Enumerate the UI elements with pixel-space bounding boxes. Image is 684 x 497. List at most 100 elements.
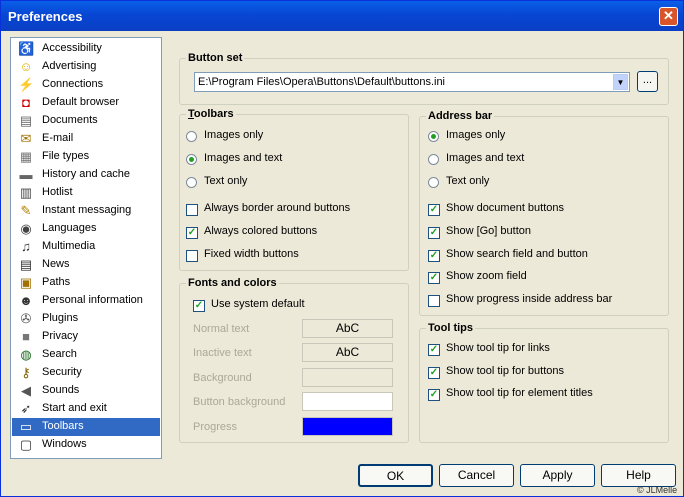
windows-icon: ▢ (19, 437, 33, 452)
category-item-documents[interactable]: ▤ Documents (12, 112, 160, 130)
category-label: Default browser (42, 96, 120, 108)
category-item-history-and-cache[interactable]: ▬ History and cache (12, 166, 160, 184)
cancel-button[interactable]: Cancel (439, 464, 514, 487)
category-label: Languages (42, 222, 97, 234)
always-border-checkbox[interactable] (186, 204, 198, 216)
privacy-icon: ■ (22, 329, 30, 344)
show-zoom-field-checkbox[interactable]: ✓ (428, 272, 440, 284)
category-item-privacy[interactable]: ■ Privacy (12, 328, 160, 346)
title-bar: Preferences ✕ (1, 1, 683, 31)
category-item-start-and-exit[interactable]: ➶ Start and exit (12, 400, 160, 418)
always-border-label: Always border around buttons (204, 202, 351, 214)
disk-icon: ▬ (19, 167, 33, 182)
envelope-icon: ✉ (20, 131, 32, 146)
apply-button[interactable]: Apply (520, 464, 595, 487)
plugins-icon: ✇ (20, 311, 32, 326)
category-item-toolbars[interactable]: ▭ Toolbars (12, 418, 160, 436)
browse-button[interactable]: ... (637, 71, 658, 92)
person-icon: ☻ (19, 293, 33, 308)
category-item-advertising[interactable]: ☺ Advertising (12, 58, 160, 76)
category-item-paths[interactable]: ▣ Paths (12, 274, 160, 292)
toolbar-icon: ▭ (19, 419, 33, 434)
document-icon: ▤ (19, 113, 33, 128)
category-label: Toolbars (42, 420, 84, 432)
category-item-default-browser[interactable]: ◘ Default browser (12, 94, 160, 112)
toolbars-images-and-text-radio[interactable] (186, 154, 197, 165)
category-label: Windows (42, 438, 87, 450)
inactive-text-label: Inactive text (193, 347, 252, 359)
toolbars-text-only-radio[interactable] (186, 177, 197, 188)
category-label: Documents (42, 114, 98, 126)
background-label: Background (193, 372, 252, 384)
help-button[interactable]: Help (601, 464, 676, 487)
copyright-text: © JLMelle (637, 485, 678, 495)
tooltip-element-titles-checkbox[interactable]: ✓ (428, 389, 440, 401)
category-item-file-types[interactable]: ▦ File types (12, 148, 160, 166)
category-item-connections[interactable]: ⚡ Connections (12, 76, 160, 94)
category-label: Privacy (42, 330, 79, 342)
category-label: Security (42, 366, 82, 378)
background-swatch[interactable] (302, 368, 393, 387)
toolbars-images-only-radio[interactable] (186, 131, 197, 142)
window-title: Preferences (8, 9, 83, 24)
toolbars-images-and-text-label: Images and text (204, 152, 283, 164)
category-label: Sounds (42, 384, 80, 396)
fonts-colors-title: Fonts and colors (186, 277, 279, 289)
keys-icon: ⚷ (21, 365, 31, 380)
toolbars-images-only-label: Images only (204, 129, 264, 141)
fixed-width-checkbox[interactable] (186, 250, 198, 262)
use-system-default-checkbox[interactable]: ✓ (193, 300, 205, 312)
address-images-only-radio[interactable] (428, 131, 439, 142)
category-item-search[interactable]: ◍ Search (12, 346, 160, 364)
category-item-languages[interactable]: ◉ Languages (12, 220, 160, 238)
category-label: History and cache (42, 168, 131, 180)
progress-swatch[interactable] (302, 417, 393, 436)
category-item-e-mail[interactable]: ✉ E-mail (12, 130, 160, 148)
category-item-multimedia[interactable]: ♫ Multimedia (12, 238, 160, 256)
button-set-dropdown[interactable]: E:\Program Files\Opera\Buttons\Default\b… (194, 72, 630, 92)
category-label: Connections (42, 78, 104, 90)
show-search-field-checkbox[interactable]: ✓ (428, 250, 440, 262)
category-label: Hotlist (42, 186, 73, 198)
button-background-swatch[interactable] (302, 392, 393, 411)
category-item-security[interactable]: ⚷ Security (12, 364, 160, 382)
address-images-only-label: Images only (446, 129, 506, 141)
show-go-button-label: Show [Go] button (446, 225, 531, 237)
category-item-accessibility[interactable]: ♿ Accessibility (12, 40, 160, 58)
hotlist-icon: ▥ (19, 185, 33, 200)
show-document-buttons-checkbox[interactable]: ✓ (428, 204, 440, 216)
category-list[interactable]: ♿ Accessibility ☺ Advertising ⚡ Connections ◘ D… (10, 37, 162, 459)
close-button[interactable]: ✕ (659, 7, 678, 26)
file-types-icon: ▦ (19, 149, 33, 164)
default-browser-icon: ◘ (22, 95, 30, 110)
show-progress-checkbox[interactable] (428, 295, 440, 307)
category-item-news[interactable]: ▤ News (12, 256, 160, 274)
category-item-windows[interactable]: ▢ Windows (12, 436, 160, 454)
ok-button[interactable]: OK (358, 464, 433, 487)
address-bar-title: Address bar (426, 110, 495, 122)
category-label: Accessibility (42, 42, 102, 54)
multimedia-icon: ♫ (21, 239, 31, 254)
paths-icon: ▣ (19, 275, 33, 290)
address-images-and-text-label: Images and text (446, 152, 525, 164)
category-item-plugins[interactable]: ✇ Plugins (12, 310, 160, 328)
always-colored-checkbox[interactable]: ✓ (186, 227, 198, 239)
category-label: Multimedia (42, 240, 96, 252)
category-item-instant-messaging[interactable]: ✎ Instant messaging (12, 202, 160, 220)
chevron-down-icon[interactable]: ▼ (613, 74, 628, 90)
address-text-only-radio[interactable] (428, 177, 439, 188)
inactive-text-swatch[interactable]: AbC (302, 343, 393, 362)
address-images-and-text-radio[interactable] (428, 154, 439, 165)
tooltip-buttons-checkbox[interactable]: ✓ (428, 367, 440, 379)
category-item-sounds[interactable]: ◀ Sounds (12, 382, 160, 400)
tooltip-links-checkbox[interactable]: ✓ (428, 344, 440, 356)
speaker-icon: ◀ (21, 383, 31, 398)
show-go-button-checkbox[interactable]: ✓ (428, 227, 440, 239)
normal-text-swatch[interactable]: AbC (302, 319, 393, 338)
show-document-buttons-label: Show document buttons (446, 202, 565, 214)
category-item-personal-information[interactable]: ☻ Personal information (12, 292, 160, 310)
tooltip-links-label: Show tool tip for links (446, 342, 550, 354)
category-item-hotlist[interactable]: ▥ Hotlist (12, 184, 160, 202)
button-background-label: Button background (193, 396, 286, 408)
normal-text-label: Normal text (193, 323, 250, 335)
